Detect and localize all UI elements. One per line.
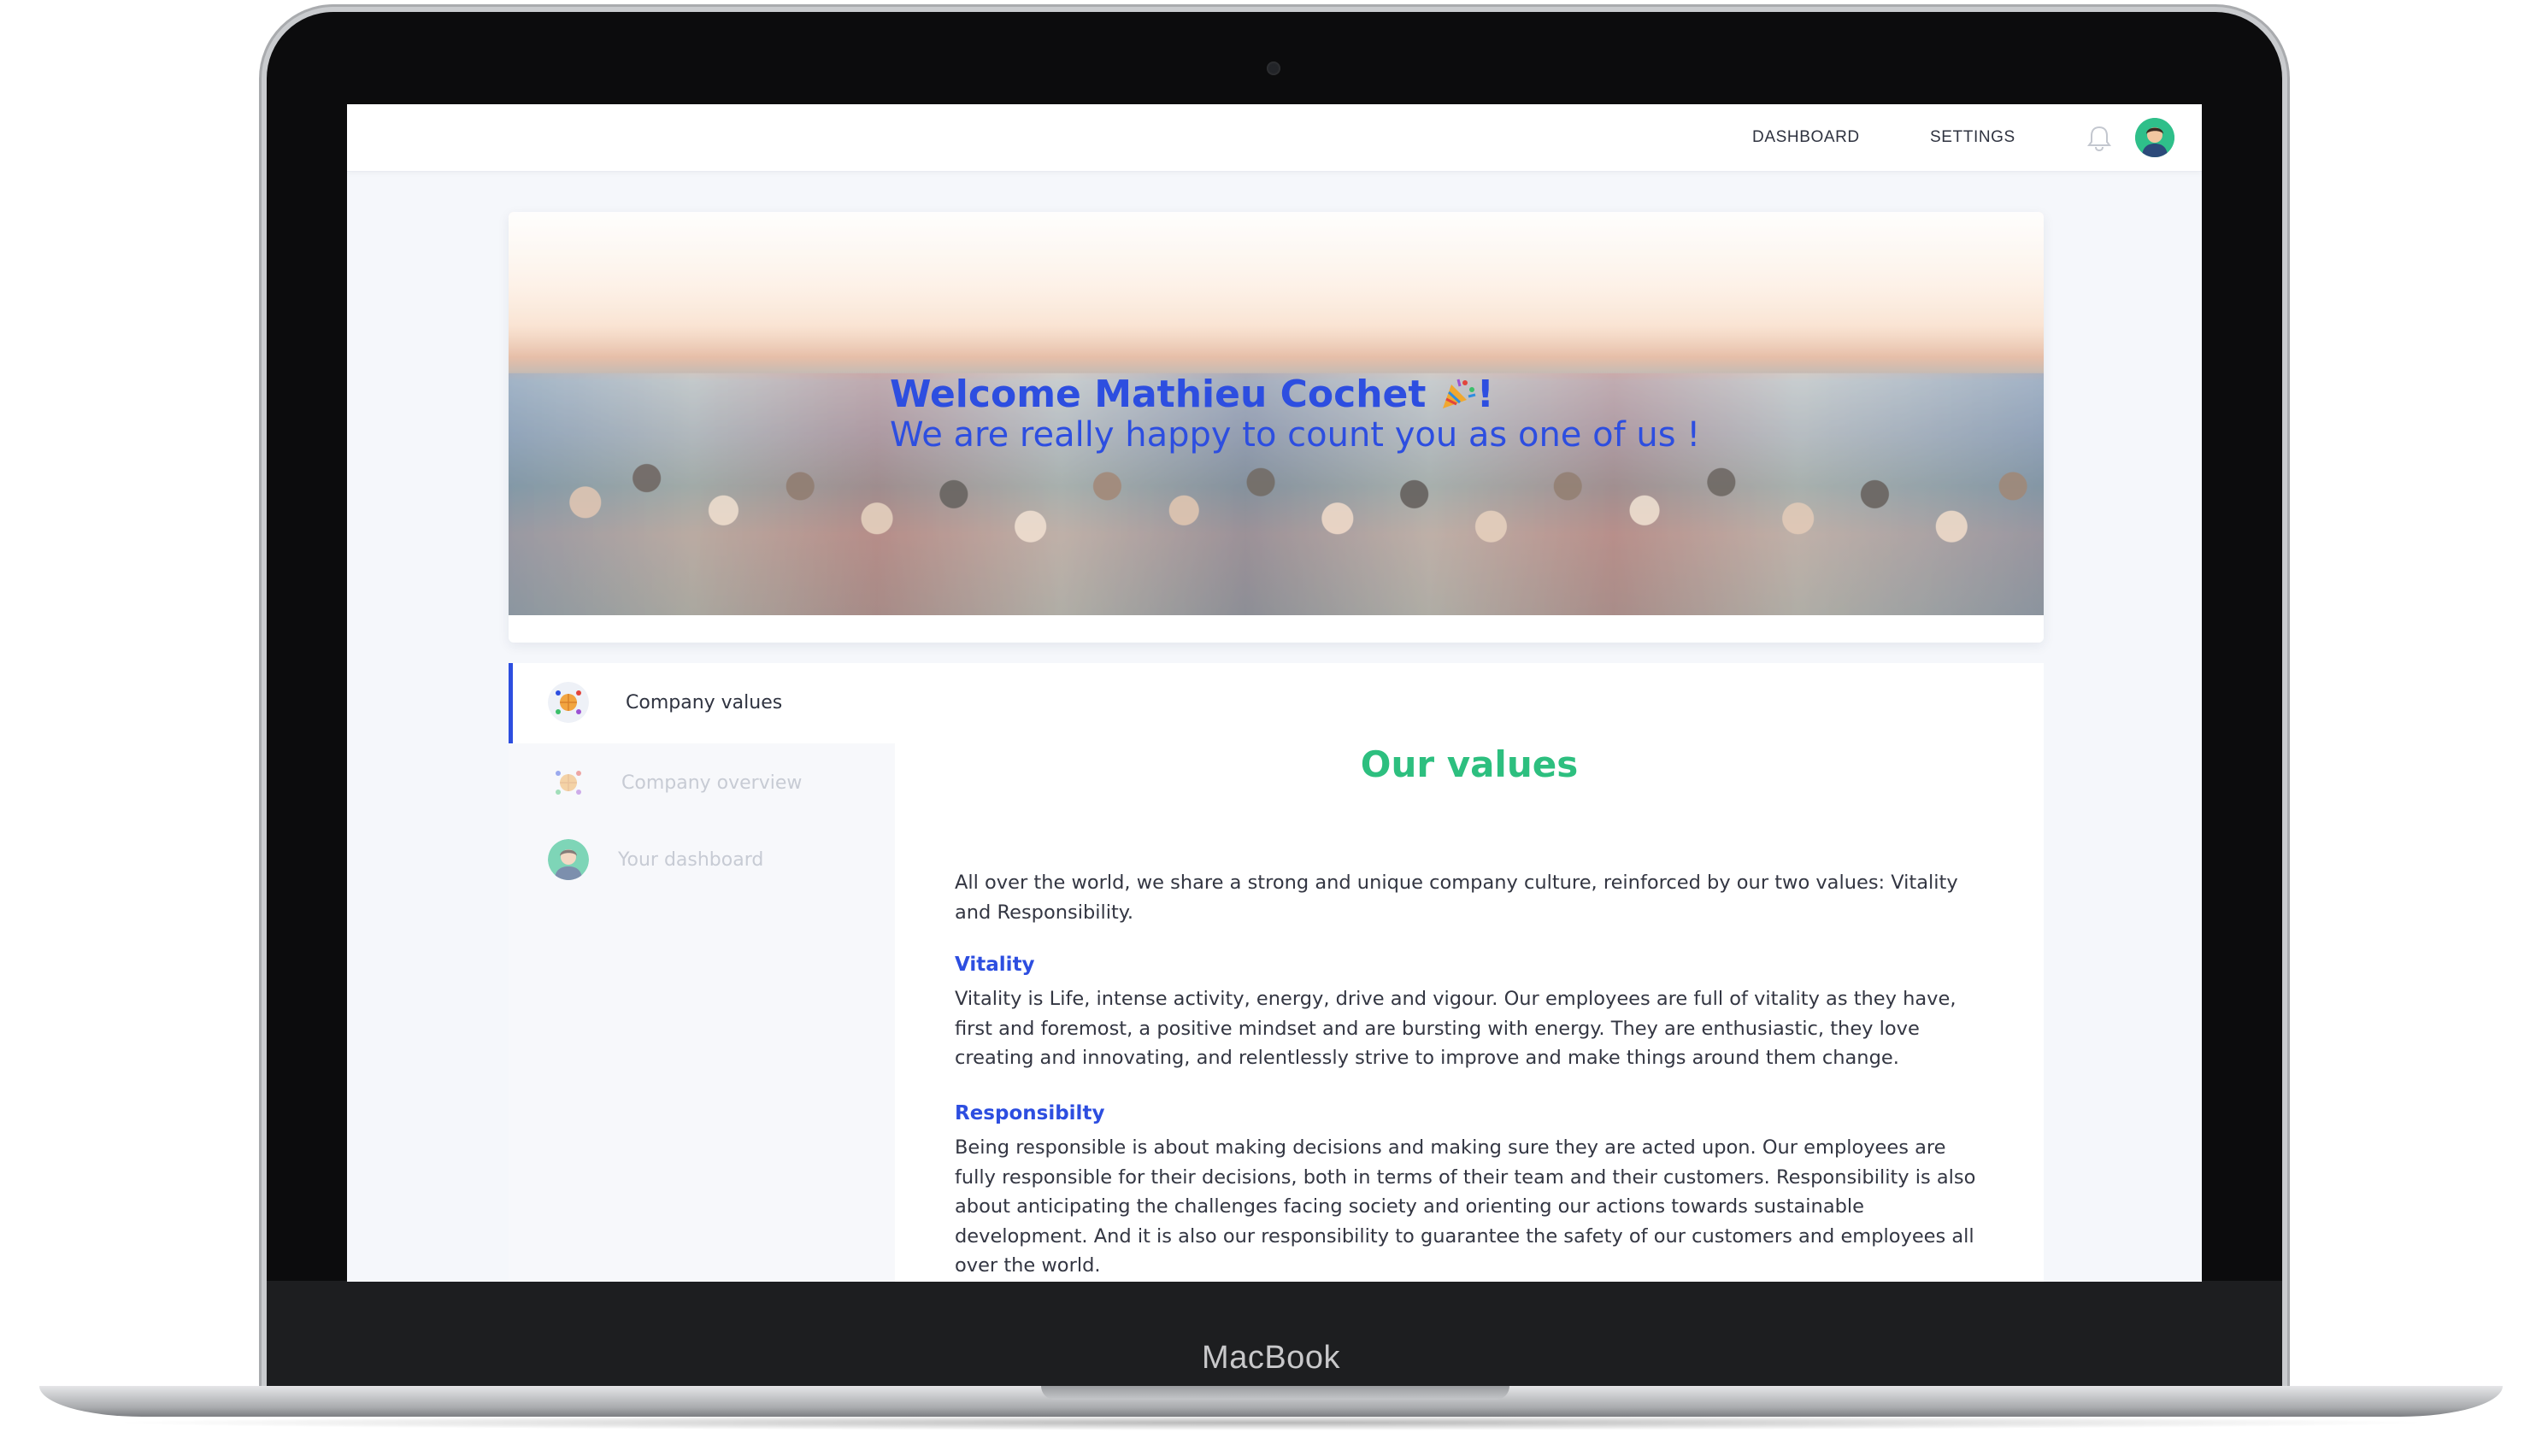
intro-paragraph: All over the world, we share a strong an… [955, 872, 1958, 924]
laptop-shadow [103, 1415, 2439, 1430]
sidebar-item-company-overview[interactable]: Company overview [509, 743, 895, 824]
avatar-icon [548, 839, 589, 880]
sidebar: Company values Company overview Your das… [509, 663, 895, 1282]
section-body-responsibility: Being responsible is about making decisi… [955, 1136, 1976, 1277]
globe-people-icon [556, 771, 581, 795]
welcome-banner: Welcome Mathieu Cochet ! We are really h… [509, 212, 2044, 643]
sidebar-item-label: Company overview [621, 772, 803, 794]
globe-people-icon [548, 682, 589, 723]
laptop-base-notch [1041, 1386, 1509, 1400]
sidebar-item-your-dashboard[interactable]: Your dashboard [509, 822, 895, 902]
sidebar-item-label: Your dashboard [618, 849, 764, 871]
welcome-heading: Welcome Mathieu Cochet ! [890, 373, 1494, 416]
sidebar-item-company-values[interactable]: Company values [509, 663, 895, 743]
bell-icon[interactable] [2082, 121, 2116, 156]
page-title: Our values [1360, 743, 1579, 785]
nav-settings-link[interactable]: SETTINGS [1930, 128, 2015, 147]
party-popper-icon [1442, 379, 1476, 408]
sidebar-item-label: Company values [626, 692, 783, 713]
user-avatar[interactable] [2135, 118, 2174, 157]
camera-icon [1267, 62, 1280, 75]
values-content-panel: Our values All over the world, we share … [895, 663, 2044, 1282]
nav-dashboard-link[interactable]: DASHBOARD [1752, 128, 1860, 147]
section-body-vitality: Vitality is Life, intense activity, ener… [955, 988, 1957, 1069]
laptop-brand-label: MacBook [1202, 1340, 1340, 1376]
section-heading-responsibility: Responsibilty [955, 1102, 1105, 1124]
section-heading-vitality: Vitality [955, 954, 1035, 976]
welcome-subtitle: We are really happy to count you as one … [890, 415, 1701, 455]
avatar-icon [2135, 118, 2174, 157]
top-navigation-bar: DASHBOARD SETTINGS [347, 104, 2202, 172]
app-screen: DASHBOARD SETTINGS Welcome Mathieu Coche… [347, 104, 2202, 1282]
